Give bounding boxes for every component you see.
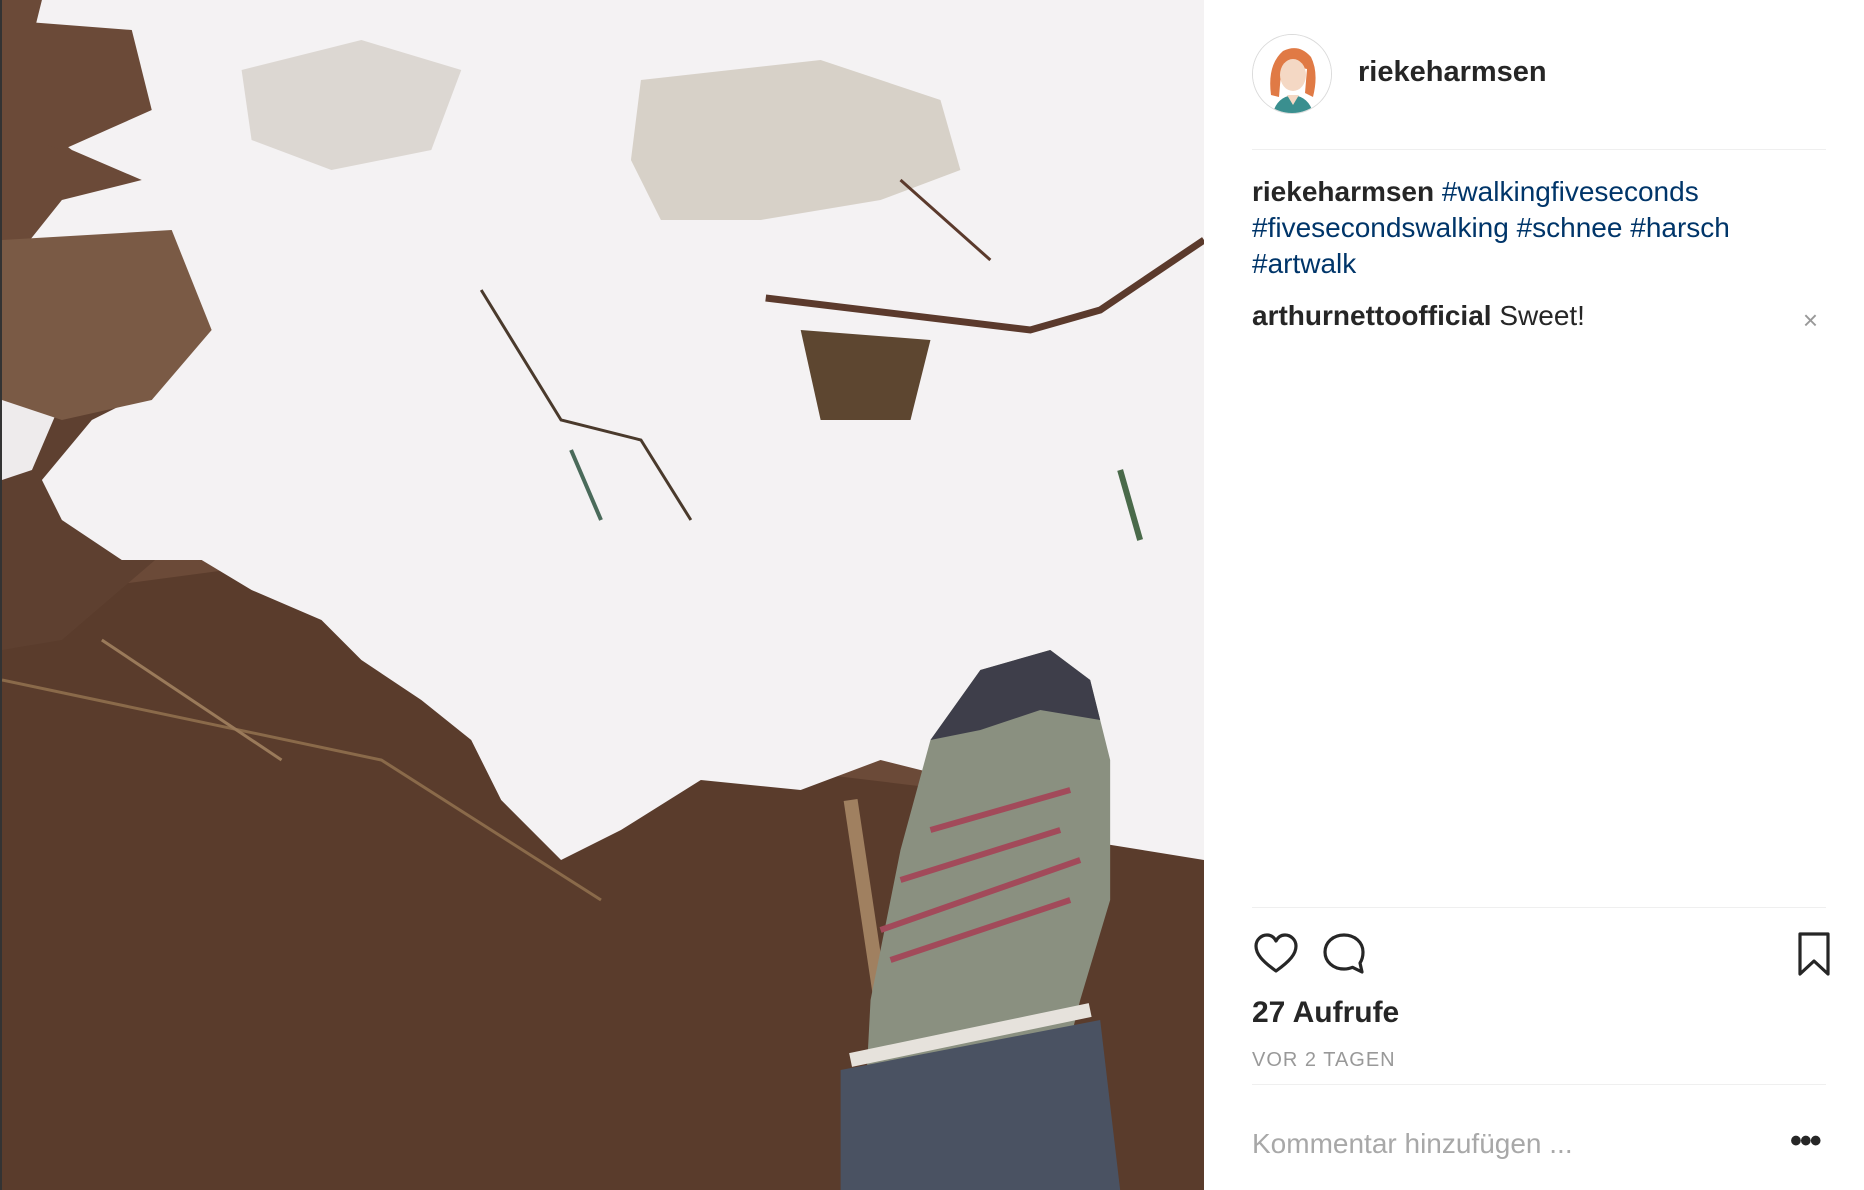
caption-username[interactable]: riekeharmsen (1252, 176, 1434, 207)
caption-hashtag[interactable]: #artwalk (1252, 248, 1356, 279)
more-options-icon[interactable]: ••• (1790, 1124, 1822, 1158)
comment-username[interactable]: arthurnettoofficial (1252, 300, 1492, 331)
comment-row: arthurnettoofficial Sweet! × (1252, 298, 1826, 335)
avatar-illustration-icon (1253, 35, 1331, 113)
speech-bubble-icon[interactable] (1320, 930, 1368, 978)
delete-comment-icon[interactable]: × (1803, 302, 1818, 338)
comment-input[interactable] (1252, 1120, 1772, 1168)
avatar[interactable] (1252, 34, 1332, 114)
heart-icon[interactable] (1252, 930, 1300, 978)
header-username[interactable]: riekeharmsen (1358, 56, 1547, 89)
post-sidebar: riekeharmsen riekeharmsen #walkingfivese… (1204, 0, 1864, 1190)
view-count[interactable]: 27 Aufrufe (1252, 996, 1399, 1030)
caption-hashtag[interactable]: #walkingfiveseconds (1442, 176, 1699, 207)
post-header: riekeharmsen (1252, 34, 1826, 150)
action-bar (1252, 930, 1830, 982)
post-timestamp[interactable]: VOR 2 TAGEN (1252, 1049, 1396, 1072)
comment-text: Sweet! (1499, 300, 1585, 331)
post-photo[interactable] (0, 0, 1204, 1190)
post-caption: riekeharmsen #walkingfiveseconds #fivese… (1252, 174, 1792, 282)
caption-hashtag[interactable]: #schnee (1517, 212, 1623, 243)
bookmark-icon[interactable] (1790, 930, 1838, 978)
caption-hashtag[interactable]: #harsch (1630, 212, 1730, 243)
divider (1252, 1084, 1826, 1085)
photo-snow-boot (2, 0, 1204, 1190)
divider (1252, 907, 1826, 908)
caption-hashtag[interactable]: #fivesecondswalking (1252, 212, 1509, 243)
